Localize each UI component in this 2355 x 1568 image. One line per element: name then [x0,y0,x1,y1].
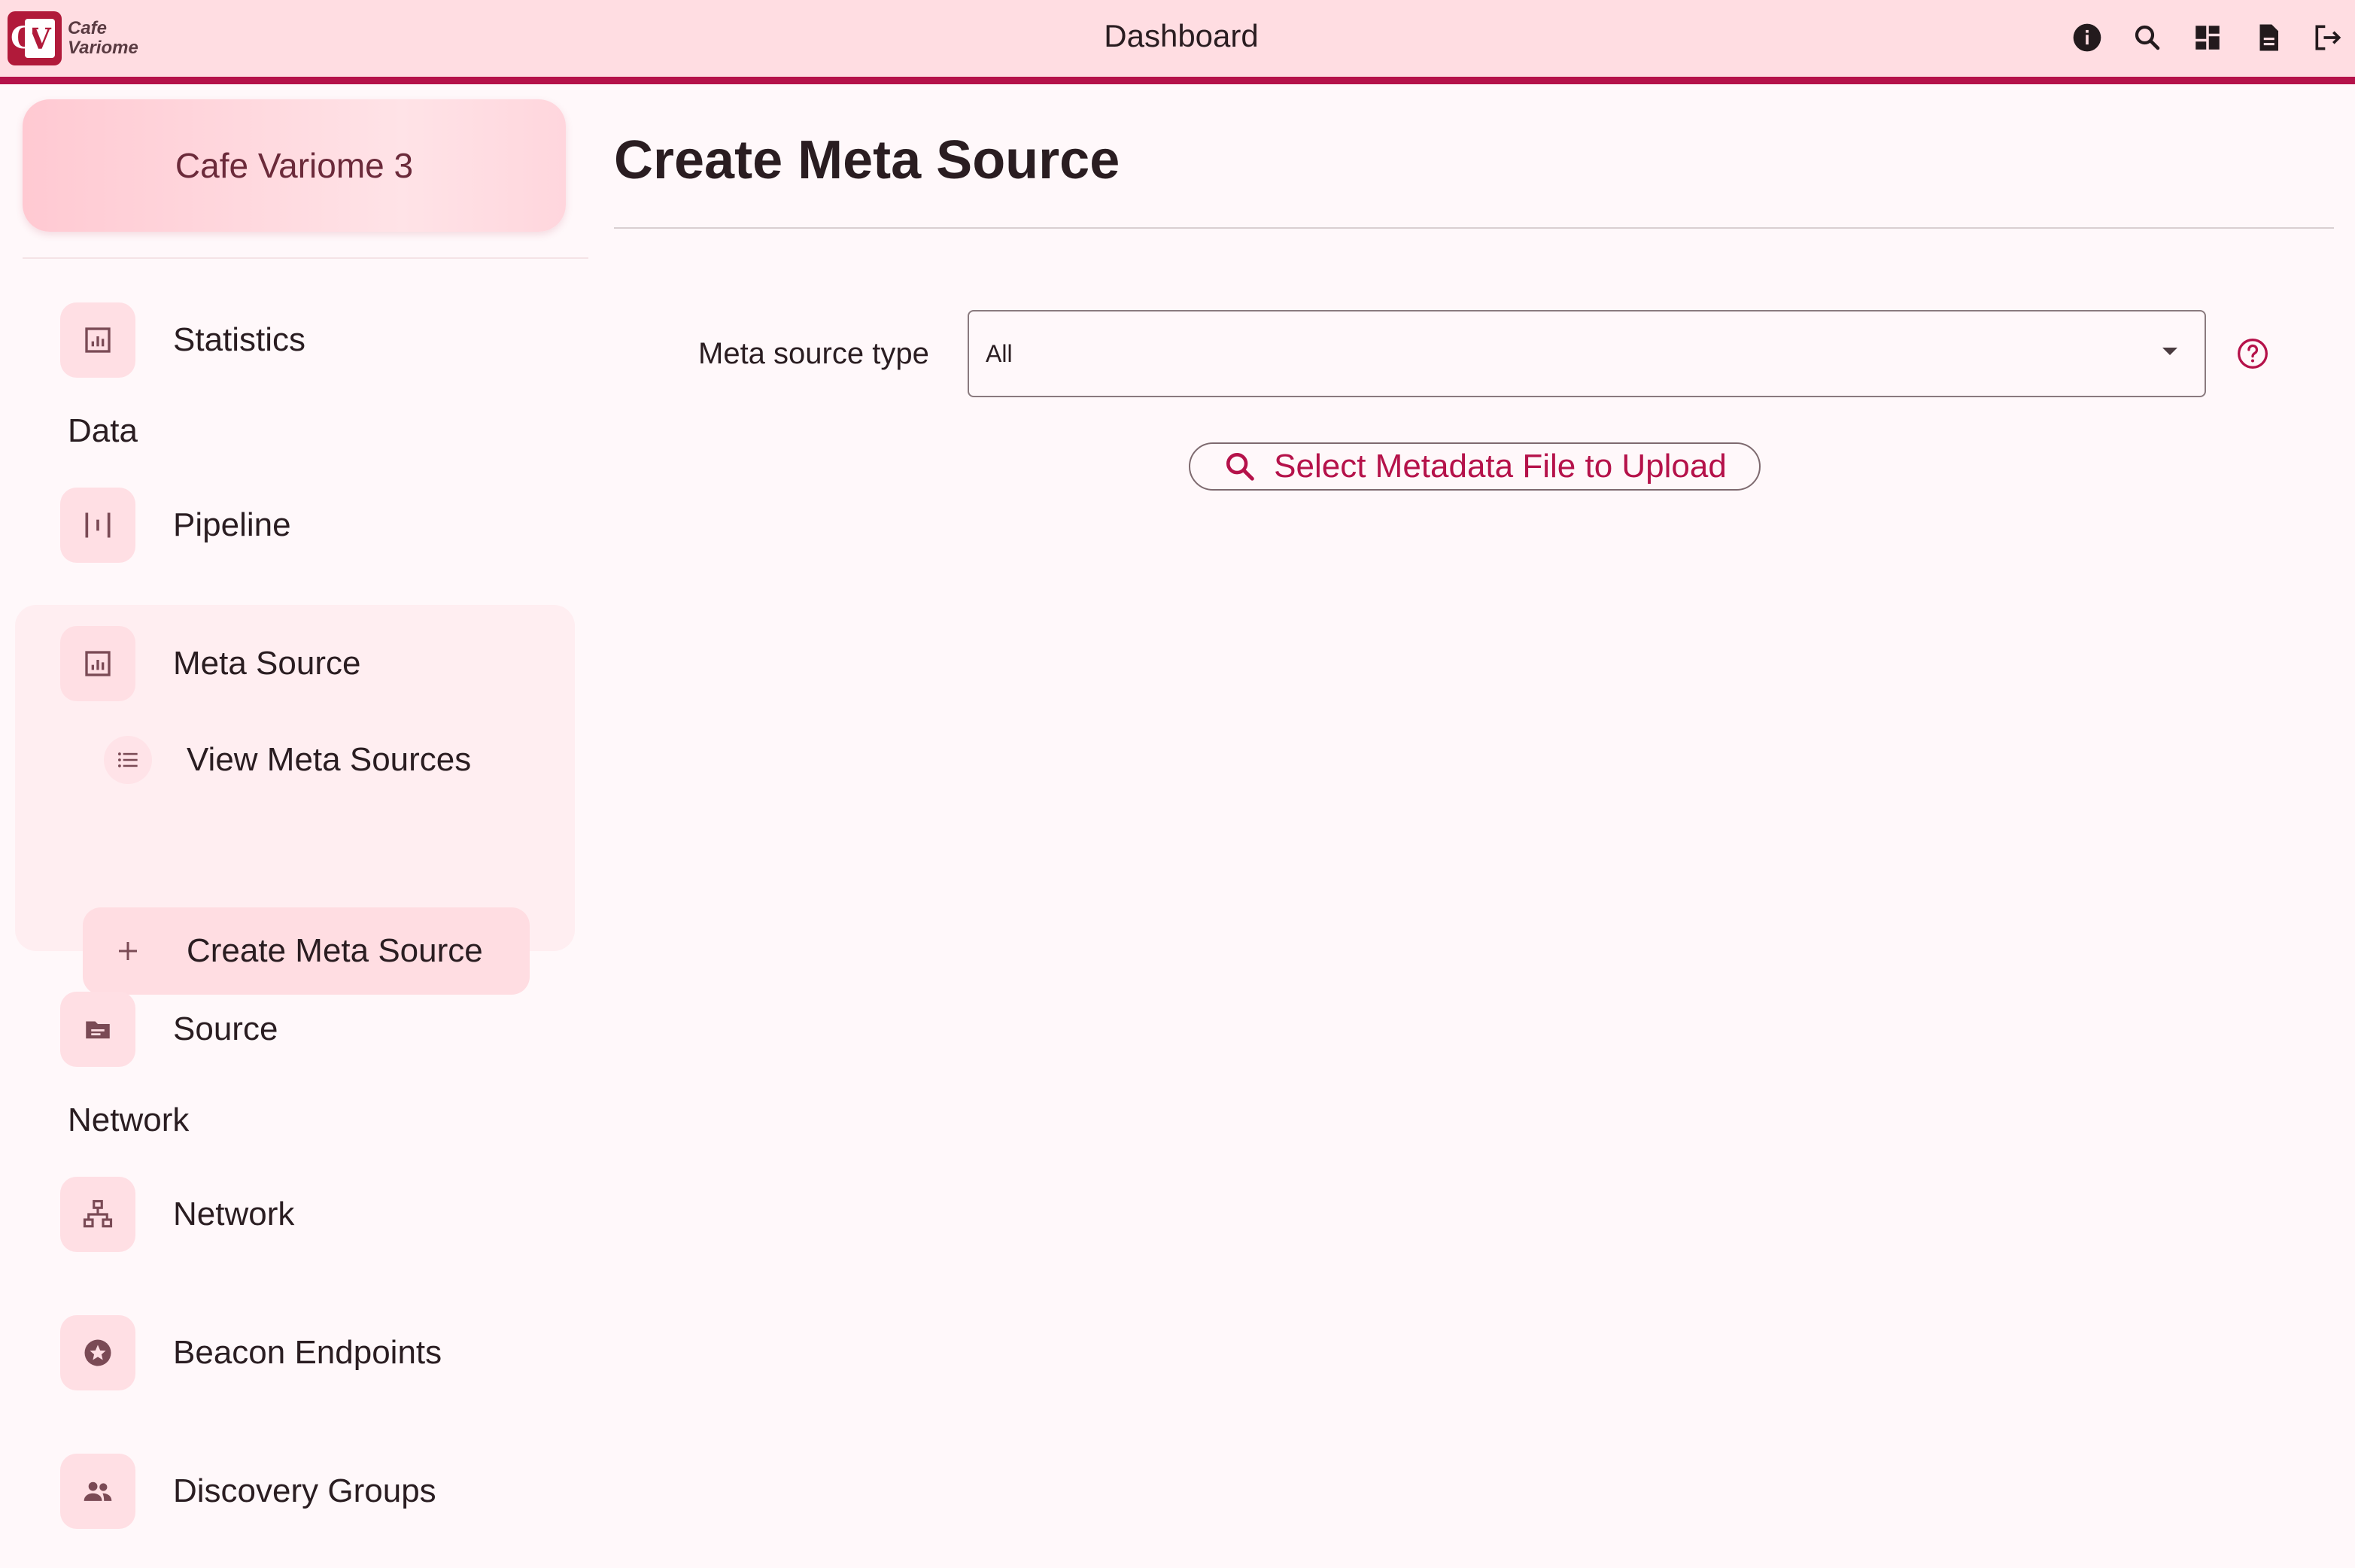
toolbar-actions [2047,18,2355,57]
sidebar-item-statistics[interactable]: Statistics [60,302,305,378]
sidebar-item-label: Pipeline [173,506,291,543]
logo-text-line1: Cafe [68,18,108,38]
sidebar-subitem-create-meta-source[interactable]: Create Meta Source [83,907,530,995]
list-icon [104,736,152,784]
sidebar-subitem-view-meta-sources[interactable]: View Meta Sources [104,716,525,804]
search-icon [1223,449,1257,484]
search-icon[interactable] [2128,18,2167,57]
app-logo[interactable]: CV Cafe Variome [8,11,147,66]
plus-icon [104,927,152,975]
star-badge-icon [60,1315,135,1390]
page-title: Create Meta Source [614,130,1120,190]
logo-mark: CV [8,11,62,65]
chevron-down-icon [2162,348,2177,355]
section-label-data: Data [68,412,138,449]
network-icon [60,1177,135,1252]
sidebar: Cafe Variome 3 Statistics Data Pipeline … [0,84,594,1568]
meta-source-type-select[interactable]: All [968,310,2206,397]
meta-source-type-value: All [986,340,1013,367]
sidebar-item-discovery-groups[interactable]: Discovery Groups [60,1454,436,1529]
logo-text: Cafe Variome [68,19,138,58]
sidebar-item-beacon-endpoints[interactable]: Beacon Endpoints [60,1315,442,1390]
sidebar-divider [23,257,588,259]
statistics-icon [60,302,135,378]
logo-text-line2: Variome [68,38,138,58]
info-icon[interactable] [2068,18,2107,57]
document-icon[interactable] [2248,18,2287,57]
sidebar-subitem-label: View Meta Sources [187,741,472,778]
sidebar-item-pipeline[interactable]: Pipeline [60,488,291,563]
help-icon[interactable] [2235,336,2271,372]
folder-icon [60,992,135,1067]
brand-card[interactable]: Cafe Variome 3 [23,99,566,232]
pipeline-icon [60,488,135,563]
sidebar-item-label: Discovery Groups [173,1472,436,1509]
sidebar-item-label: Network [173,1196,295,1232]
section-label-network: Network [68,1102,190,1138]
group-icon [60,1454,135,1529]
title-divider [614,227,2334,229]
dashboard-icon[interactable] [2188,18,2227,57]
app-title: Dashboard [1104,18,1259,53]
sidebar-item-label: Meta Source [173,645,361,682]
select-metadata-file-button[interactable]: Select Metadata File to Upload [1189,442,1761,491]
sidebar-item-label: Source [173,1010,278,1047]
meta-source-icon [60,626,135,701]
upload-button-label: Select Metadata File to Upload [1274,448,1727,485]
logout-icon[interactable] [2308,18,2347,57]
sidebar-item-label: Statistics [173,321,306,358]
sidebar-item-network[interactable]: Network [60,1177,294,1252]
sidebar-subitem-label: Create Meta Source [187,932,483,969]
sidebar-item-label: Beacon Endpoints [173,1334,442,1371]
top-app-bar: CV Cafe Variome Dashboard [0,0,2355,84]
sidebar-item-source[interactable]: Source [60,992,278,1067]
meta-source-type-label: Meta source type [698,337,929,370]
meta-source-group: Meta Source View Meta Sources Create Met… [15,605,575,995]
sidebar-item-meta-source[interactable]: Meta Source [60,626,360,701]
